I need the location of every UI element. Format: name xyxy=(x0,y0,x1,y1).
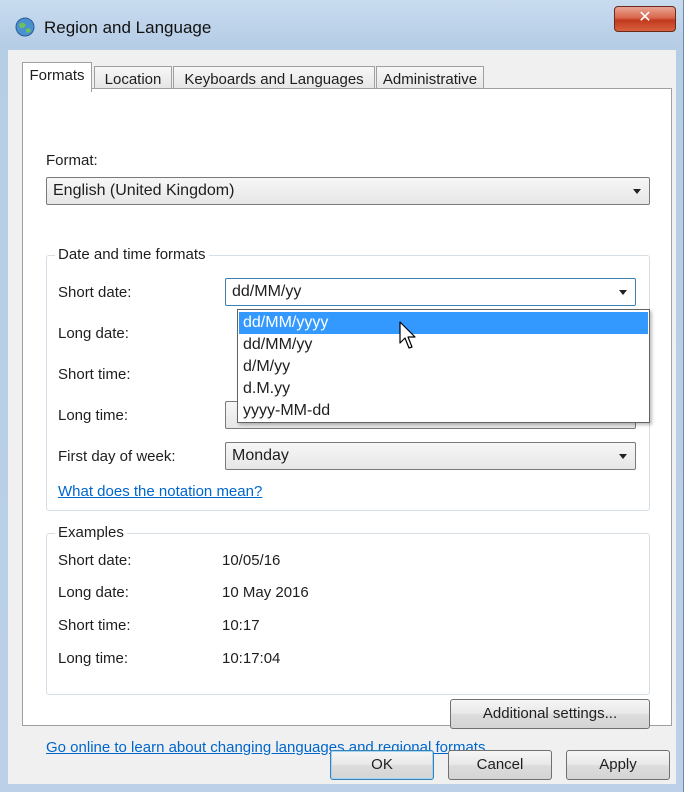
dropdown-option[interactable]: dd/MM/yyyy xyxy=(239,312,648,334)
example-short-time-label: Short time: xyxy=(58,617,131,634)
globe-icon xyxy=(15,17,35,37)
close-button[interactable]: ✕ xyxy=(614,6,676,32)
first-day-value: Monday xyxy=(232,447,289,464)
window-title: Region and Language xyxy=(44,18,212,37)
dropdown-option[interactable]: yyyy-MM-dd xyxy=(239,400,648,422)
example-short-time-value: 10:17 xyxy=(222,617,260,634)
tab-formats[interactable]: Formats xyxy=(22,62,92,92)
example-long-time-value: 10:17:04 xyxy=(222,650,281,667)
example-long-time-label: Long time: xyxy=(58,650,129,667)
short-date-select[interactable]: dd/MM/yy xyxy=(225,278,636,306)
format-select[interactable]: English (United Kingdom) xyxy=(46,177,650,205)
mouse-pointer-icon xyxy=(399,321,416,349)
first-day-select[interactable]: Monday xyxy=(225,442,636,470)
example-long-date-value: 10 May 2016 xyxy=(222,584,309,601)
short-date-dropdown-list: dd/MM/yyyy dd/MM/yy d/M/yy d.M.yy yyyy-M… xyxy=(237,309,650,423)
cancel-button[interactable]: Cancel xyxy=(448,750,552,780)
example-short-date-value: 10/05/16 xyxy=(222,552,281,569)
long-date-label: Long date: xyxy=(58,325,129,342)
short-date-value: dd/MM/yy xyxy=(232,283,302,300)
dropdown-option[interactable]: dd/MM/yy xyxy=(239,334,648,356)
date-time-formats-title: Date and time formats xyxy=(55,246,209,263)
short-time-label: Short time: xyxy=(58,366,131,383)
dialog-client: Formats Location Keyboards and Languages… xyxy=(8,50,676,784)
example-long-date-label: Long date: xyxy=(58,584,129,601)
additional-settings-button[interactable]: Additional settings... xyxy=(450,699,650,729)
formats-panel: Format: English (United Kingdom) Date an… xyxy=(22,88,672,756)
region-language-window: Region and Language ✕ Formats Location K… xyxy=(0,0,684,792)
dropdown-option[interactable]: d/M/yy xyxy=(239,356,648,378)
title-bar[interactable]: Region and Language ✕ xyxy=(0,0,684,52)
examples-title: Examples xyxy=(55,524,127,541)
close-icon: ✕ xyxy=(638,9,652,26)
short-date-label: Short date: xyxy=(58,284,132,301)
examples-group xyxy=(46,533,650,695)
format-value: English (United Kingdom) xyxy=(53,182,235,199)
chevron-down-icon xyxy=(619,290,627,295)
format-label: Format: xyxy=(46,152,98,169)
chevron-down-icon xyxy=(633,189,641,194)
first-day-label: First day of week: xyxy=(58,448,176,465)
example-short-date-label: Short date: xyxy=(58,552,132,569)
chevron-down-icon xyxy=(619,454,627,459)
apply-button[interactable]: Apply xyxy=(566,750,670,780)
long-time-label: Long time: xyxy=(58,407,129,424)
notation-help-link[interactable]: What does the notation mean? xyxy=(58,483,262,500)
dropdown-option[interactable]: d.M.yy xyxy=(239,378,648,400)
ok-button[interactable]: OK xyxy=(330,750,434,780)
